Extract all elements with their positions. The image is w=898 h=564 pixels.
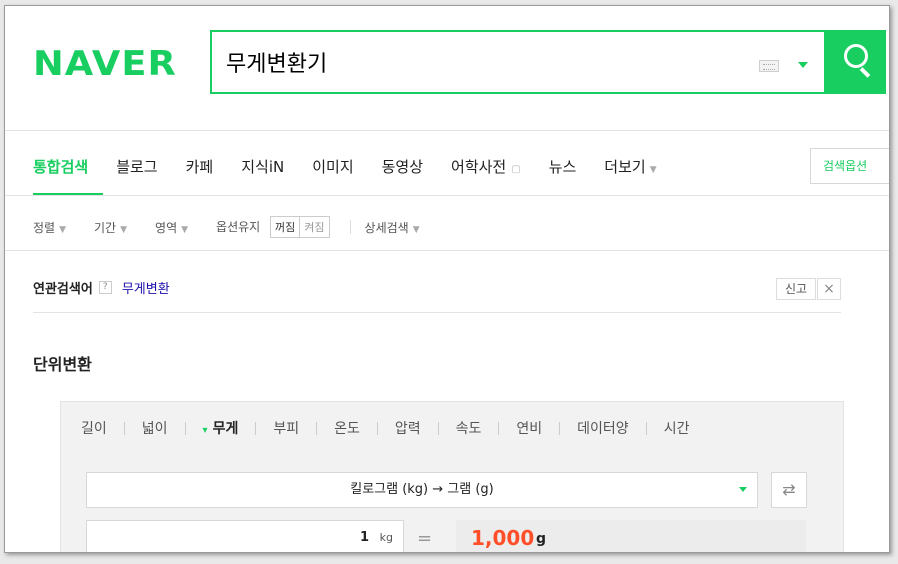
keyboard-icon[interactable]	[759, 60, 779, 72]
tab-image[interactable]: 이미지	[312, 156, 353, 177]
chevron-down-icon: ▼	[59, 224, 67, 235]
keep-option: 옵션유지 꺼짐 켜짐	[216, 216, 330, 238]
search-button[interactable]	[824, 30, 886, 94]
equals-sign: =	[417, 528, 433, 549]
result-unit: g	[536, 531, 547, 547]
related-searches: 연관검색어 ? 무게변환	[33, 278, 170, 297]
popup-icon: ▢	[511, 163, 521, 175]
unit-tab-fuel[interactable]: 연비	[516, 418, 542, 438]
chevron-down-icon: ▼	[649, 164, 657, 175]
search-tabs: 통합검색 블로그 카페 지식iN 이미지 동영상 어학사전 ▢ 뉴스 더보기 ▼	[33, 154, 685, 196]
tab-dictionary[interactable]: 어학사전 ▢	[451, 156, 521, 177]
section-title: 단위변환	[33, 355, 92, 374]
divider	[5, 250, 889, 251]
search-box	[210, 30, 886, 94]
unit-tab-data[interactable]: 데이터양	[577, 418, 629, 438]
search-input[interactable]	[226, 46, 746, 78]
chevron-down-icon: ▼	[412, 224, 420, 235]
unit-tab-volume[interactable]: 부피	[273, 418, 299, 438]
tab-kin[interactable]: 지식iN	[241, 156, 284, 177]
related-link[interactable]: 무게변환	[122, 278, 170, 297]
browser-window: NAVER 통합검색 블로그 카페 지식iN 이미지 동영상 어학사전▢ 뉴스 …	[4, 5, 890, 553]
result-box: 1,000 g	[456, 520, 806, 552]
unit-tab-length[interactable]: 길이	[81, 418, 107, 438]
keep-option-toggle[interactable]: 꺼짐 켜짐	[270, 216, 330, 238]
divider	[5, 195, 889, 196]
swap-button[interactable]: ⇄	[771, 472, 807, 508]
conversion-label: 킬로그램 (kg) → 그램 (g)	[350, 482, 494, 497]
chevron-down-icon	[739, 487, 747, 492]
unit-tab-area[interactable]: 넓이	[142, 418, 168, 438]
tab-blog[interactable]: 블로그	[116, 156, 157, 177]
report-button[interactable]: 신고	[776, 278, 816, 300]
unit-converter: 길이 넓이 무게 부피 온도 압력 속도 연비 데이터양 시간 킬로그램 (kg…	[60, 401, 844, 552]
filter-detail[interactable]: 상세검색 ▼	[365, 219, 420, 236]
unit-tab-speed[interactable]: 속도	[456, 418, 482, 438]
filter-sort[interactable]: 정렬 ▼	[33, 219, 66, 236]
divider	[33, 312, 841, 313]
unit-tab-time[interactable]: 시간	[664, 418, 690, 438]
search-icon	[844, 44, 868, 68]
close-button[interactable]: ×	[817, 278, 841, 300]
chevron-down-icon: ▼	[181, 224, 189, 235]
unit-tab-weight[interactable]: 무게	[203, 418, 239, 438]
tab-more[interactable]: 더보기 ▼	[604, 156, 656, 177]
conversion-select[interactable]: 킬로그램 (kg) → 그램 (g)	[86, 472, 758, 508]
chevron-down-icon: ▼	[120, 224, 128, 235]
value-input[interactable]: 1 kg	[86, 520, 404, 552]
filter-period[interactable]: 기간 ▼	[94, 219, 127, 236]
filter-area[interactable]: 영역 ▼	[155, 219, 188, 236]
tab-news[interactable]: 뉴스	[549, 156, 577, 177]
tab-all[interactable]: 통합검색	[33, 156, 104, 196]
unit-tab-pressure[interactable]: 압력	[395, 418, 421, 438]
related-title: 연관검색어	[33, 282, 93, 297]
unit-tabs: 길이 넓이 무게 부피 온도 압력 속도 연비 데이터양 시간	[81, 418, 689, 438]
tab-cafe[interactable]: 카페	[186, 156, 214, 177]
help-icon[interactable]: ?	[98, 281, 112, 294]
filter-bar: 정렬 ▼ 기간 ▼ 영역 ▼ 옵션유지 꺼짐 켜짐 상세검색 ▼	[33, 216, 448, 238]
input-unit: kg	[379, 531, 393, 544]
search-options-button[interactable]: 검색옵션	[810, 148, 889, 184]
unit-tab-temperature[interactable]: 온도	[334, 418, 360, 438]
input-value: 1	[359, 530, 369, 545]
result-value: 1,000	[471, 526, 535, 550]
tab-video[interactable]: 동영상	[382, 156, 423, 177]
divider	[5, 130, 889, 131]
naver-logo[interactable]: NAVER	[33, 44, 177, 84]
autocomplete-caret-icon[interactable]	[798, 62, 808, 68]
